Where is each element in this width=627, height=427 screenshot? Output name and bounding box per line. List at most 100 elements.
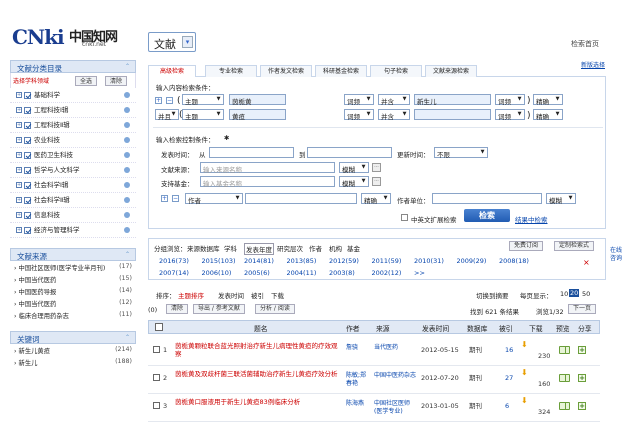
expand-checkbox[interactable] xyxy=(401,214,408,221)
year-item[interactable]: 2015(103) xyxy=(202,257,236,265)
category-checkbox[interactable] xyxy=(24,91,31,99)
row-checkbox[interactable] xyxy=(153,346,160,353)
expand-icon[interactable]: + xyxy=(16,212,22,218)
match-select-1[interactable]: 精确 ▼ xyxy=(533,94,563,106)
select-all-button[interactable]: 全选 xyxy=(75,76,98,86)
author-match-select[interactable]: 精确 ▼ xyxy=(361,193,391,205)
freq-select-1b[interactable]: 词频 ▼ xyxy=(495,94,525,106)
source-item[interactable]: › 中国医药导报 (14) xyxy=(10,287,136,299)
year-item[interactable]: 2016(73) xyxy=(159,257,189,265)
row-title[interactable]: 茵栀黄及双歧杆菌三联活菌辅助治疗新生儿黄疸疗效分析 xyxy=(175,370,343,378)
keyword-item[interactable]: › 新生儿黄疸 (214) xyxy=(10,346,136,358)
next-page-button[interactable]: 下一页 xyxy=(568,304,597,314)
category-item[interactable]: + 社会科学Ⅱ辑 xyxy=(10,193,136,208)
operator-select-2[interactable]: 并含 ▼ xyxy=(378,109,410,121)
group-item[interactable]: 基金 xyxy=(347,243,360,253)
add-author-icon[interactable]: + xyxy=(161,195,168,202)
category-checkbox[interactable] xyxy=(24,106,31,114)
select-all-checkbox[interactable] xyxy=(155,323,163,331)
row-checkbox[interactable] xyxy=(153,402,160,409)
category-checkbox[interactable] xyxy=(24,181,31,189)
help-icon[interactable]: ✱ xyxy=(224,134,229,142)
remove-author-icon[interactable]: − xyxy=(172,195,179,202)
year-item[interactable]: 2010(31) xyxy=(414,257,444,265)
category-checkbox[interactable] xyxy=(24,121,31,129)
group-item[interactable]: 研究层次 xyxy=(277,243,303,253)
match-select-2[interactable]: 精确 ▼ xyxy=(533,109,563,121)
col-source[interactable]: 来源 xyxy=(376,323,390,333)
search-term-1b[interactable]: 新生儿 xyxy=(414,94,491,106)
share-icon[interactable]: + xyxy=(578,402,586,410)
expand-icon[interactable]: + xyxy=(16,122,22,128)
field-select-1[interactable]: 主题 ▼ xyxy=(182,94,224,106)
sort-cited[interactable]: 被引 xyxy=(251,290,264,300)
row-author[interactable]: 詹骁 xyxy=(346,344,370,352)
sort-topic[interactable]: 主题排序 xyxy=(178,290,204,300)
collapse-icon[interactable]: ⌃ xyxy=(125,63,130,70)
year-item[interactable]: 2003(8) xyxy=(329,269,355,277)
source-picker-icon[interactable]: ··· xyxy=(372,163,381,172)
category-checkbox[interactable] xyxy=(24,166,31,174)
share-icon[interactable]: + xyxy=(578,374,586,382)
close-icon[interactable]: × xyxy=(583,258,590,267)
row-cited[interactable]: 16 xyxy=(505,346,513,354)
row-cited[interactable]: 6 xyxy=(505,402,509,410)
search-term-1a[interactable]: 茵栀黄 xyxy=(229,94,286,106)
fund-match-select[interactable]: 模糊 ▼ xyxy=(339,176,369,188)
col-cited[interactable]: 被引 xyxy=(499,323,513,333)
category-item[interactable]: + 工程科技Ⅱ辑 xyxy=(10,118,136,133)
col-date[interactable]: 发表时间 xyxy=(422,323,449,333)
year-item[interactable]: 2005(6) xyxy=(244,269,270,277)
perpage-10[interactable]: 10 xyxy=(560,290,568,298)
unit-input[interactable] xyxy=(432,193,542,204)
tab-fund[interactable]: 科研基金检索 xyxy=(315,65,367,77)
export-button[interactable]: 导出 / 参考文献 xyxy=(193,304,245,314)
year-item[interactable]: 2014(81) xyxy=(244,257,274,265)
freq-select-1a[interactable]: 词频 ▼ xyxy=(344,94,374,106)
source-item[interactable]: › 中国社区医师(医学专业半月刊) (17) xyxy=(10,263,136,275)
author-field-select[interactable]: 作者 ▼ xyxy=(185,193,243,205)
group-item[interactable]: 来源数据库 xyxy=(187,243,220,253)
sort-date[interactable]: 发表时间 xyxy=(218,290,244,300)
row-source[interactable]: 中国中医药杂志 xyxy=(374,372,416,380)
year-item[interactable]: 2013(85) xyxy=(287,257,317,265)
consult-link[interactable]: 在线咨询 xyxy=(610,247,624,263)
info-icon[interactable] xyxy=(124,152,130,158)
col-preview[interactable]: 预览 xyxy=(556,323,570,333)
unit-match-select[interactable]: 模糊 ▼ xyxy=(546,193,576,205)
operator-select-1[interactable]: 并含 ▼ xyxy=(378,94,410,106)
expand-icon[interactable]: + xyxy=(16,92,22,98)
preview-icon[interactable] xyxy=(559,346,570,354)
row-checkbox[interactable] xyxy=(153,374,160,381)
category-item[interactable]: + 哲学与人文科学 xyxy=(10,163,136,178)
sort-download[interactable]: 下载 xyxy=(271,290,284,300)
year-item[interactable]: 2007(14) xyxy=(159,269,189,277)
remove-row-icon[interactable]: − xyxy=(166,97,173,104)
source-panel-header[interactable]: 文献来源 ⌃ xyxy=(10,248,136,261)
author-input[interactable] xyxy=(245,193,357,204)
source-item[interactable]: › 中国当代医药 (15) xyxy=(10,275,136,287)
year-item[interactable]: 2009(29) xyxy=(457,257,487,265)
year-item[interactable]: 2008(18) xyxy=(499,257,529,265)
col-db[interactable]: 数据库 xyxy=(467,323,487,333)
tab-professional[interactable]: 专业检索 xyxy=(205,65,257,77)
tab-sentence[interactable]: 句子检索 xyxy=(370,65,422,77)
subscribe-button[interactable]: 免费订阅 xyxy=(509,241,544,251)
category-checkbox[interactable] xyxy=(24,196,31,204)
year-item[interactable]: 2006(10) xyxy=(202,269,232,277)
analyze-button[interactable]: 分析 / 阅读 xyxy=(255,304,295,314)
collapse-icon[interactable]: ⌃ xyxy=(125,251,130,258)
info-icon[interactable] xyxy=(124,212,130,218)
info-icon[interactable] xyxy=(124,122,130,128)
search-in-results-link[interactable]: 结果中检索 xyxy=(515,214,548,224)
preview-icon[interactable] xyxy=(559,374,570,382)
table-row[interactable]: 2 茵栀黄及双歧杆菌三联活菌辅助治疗新生儿黄疸疗效分析 陈敏;郑春艳 中国中医药… xyxy=(148,366,600,394)
clear-button[interactable]: 清除 xyxy=(105,76,128,86)
info-icon[interactable] xyxy=(124,107,130,113)
expand-icon[interactable]: + xyxy=(16,107,22,113)
col-download[interactable]: 下载 xyxy=(529,323,543,333)
tab-advanced[interactable]: 高级检索 xyxy=(148,65,196,77)
download-icon[interactable]: ⬇ xyxy=(521,397,529,405)
expand-icon[interactable]: + xyxy=(16,152,22,158)
logic-select-2[interactable]: 并且 ▼ xyxy=(155,109,179,121)
